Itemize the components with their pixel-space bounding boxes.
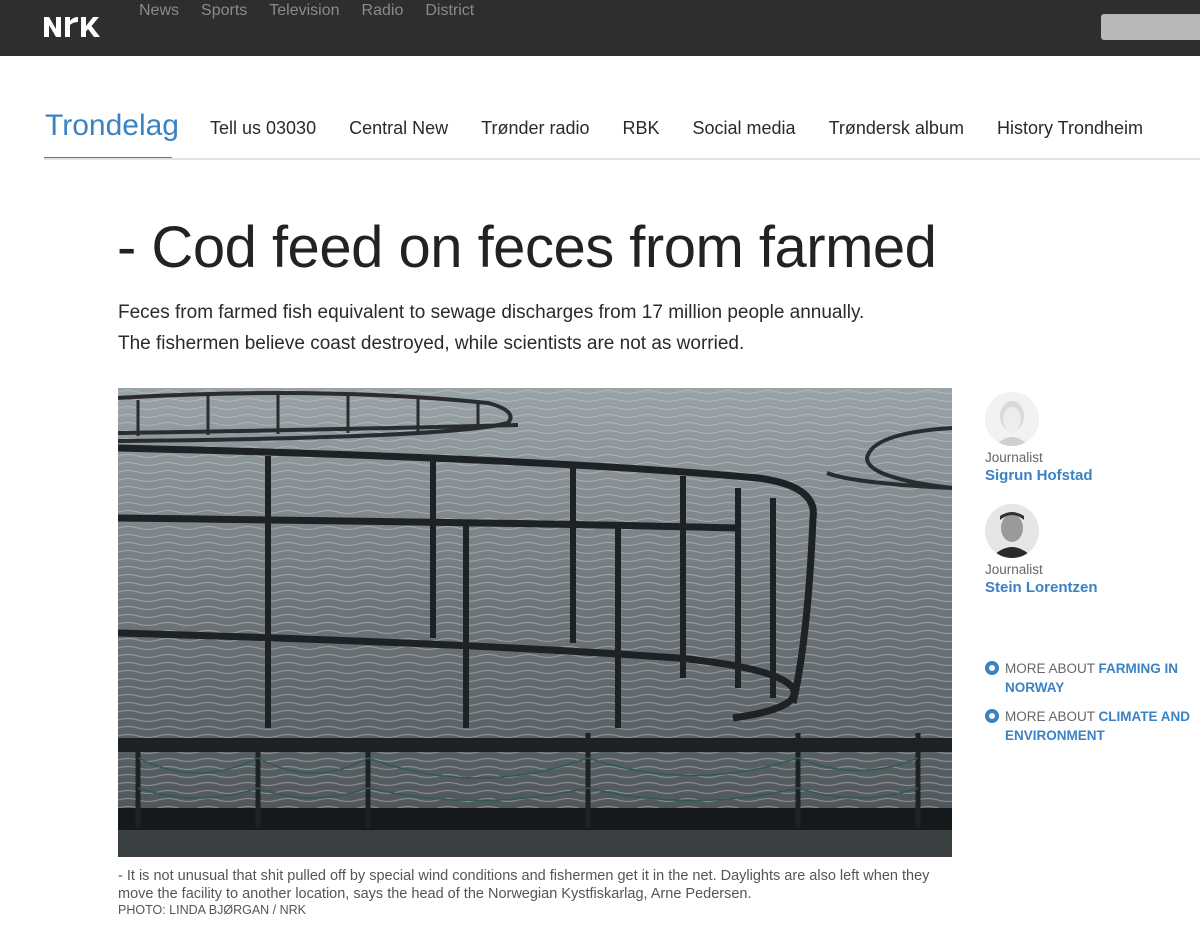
more-about-text: MORE ABOUT FARMING IN NORWAY [985,659,1195,697]
more-about-prefix: MORE ABOUT [1005,661,1095,676]
article-headline: - Cod feed on feces from farmed [117,215,937,280]
author-role: Journalist [985,450,1043,465]
nav-district[interactable]: District [425,2,474,20]
photo-caption: - It is not unusual that shit pulled off… [118,868,930,902]
nrk-logo[interactable] [44,14,104,40]
section-item-trondersk-album[interactable]: Trøndersk album [829,118,964,139]
more-about-prefix: MORE ABOUT [1005,709,1095,724]
nav-television[interactable]: Television [269,2,339,20]
more-about-item[interactable]: MORE ABOUT FARMING IN NORWAY [985,659,1195,697]
section-title[interactable]: Trondelag [45,109,179,143]
section-nav: Trondelag Tell us 03030 Central New Trøn… [0,56,1200,164]
section-item-rbk[interactable]: RBK [623,118,660,139]
section-item-tronder-radio[interactable]: Trønder radio [481,118,589,139]
bullet-icon [985,661,999,675]
global-nav: News Sports Television Radio District [139,2,496,20]
author-avatar[interactable] [985,504,1039,558]
section-menu: Tell us 03030 Central New Trønder radio … [210,118,1176,139]
more-about-item[interactable]: MORE ABOUT CLIMATE AND ENVIRONMENT [985,707,1195,745]
section-item-social-media[interactable]: Social media [693,118,796,139]
search-input[interactable] [1101,14,1200,40]
author-name-link[interactable]: Sigrun Hofstad [985,467,1195,484]
author-name-link[interactable]: Stein Lorentzen [985,579,1195,596]
section-item-central-new[interactable]: Central New [349,118,448,139]
article-photo[interactable] [118,388,952,857]
nav-sports[interactable]: Sports [201,2,247,20]
section-item-tell-us[interactable]: Tell us 03030 [210,118,316,139]
author-card: Journalist Stein Lorentzen [985,504,1195,596]
nav-radio[interactable]: Radio [362,2,404,20]
bullet-icon [985,709,999,723]
more-about-text: MORE ABOUT CLIMATE AND ENVIRONMENT [985,707,1195,745]
photo-credit: PHOTO: LINDA BJØRGAN / NRK [118,903,307,917]
section-item-history-trondheim[interactable]: History Trondheim [997,118,1143,139]
author-role: Journalist [985,562,1043,577]
author-card: Journalist Sigrun Hofstad [985,392,1195,484]
global-header: News Sports Television Radio District [0,0,1200,56]
section-divider [44,158,1200,160]
article-lead: Feces from farmed fish equivalent to sew… [118,302,865,354]
author-avatar[interactable] [985,392,1039,446]
nav-news[interactable]: News [139,2,179,20]
